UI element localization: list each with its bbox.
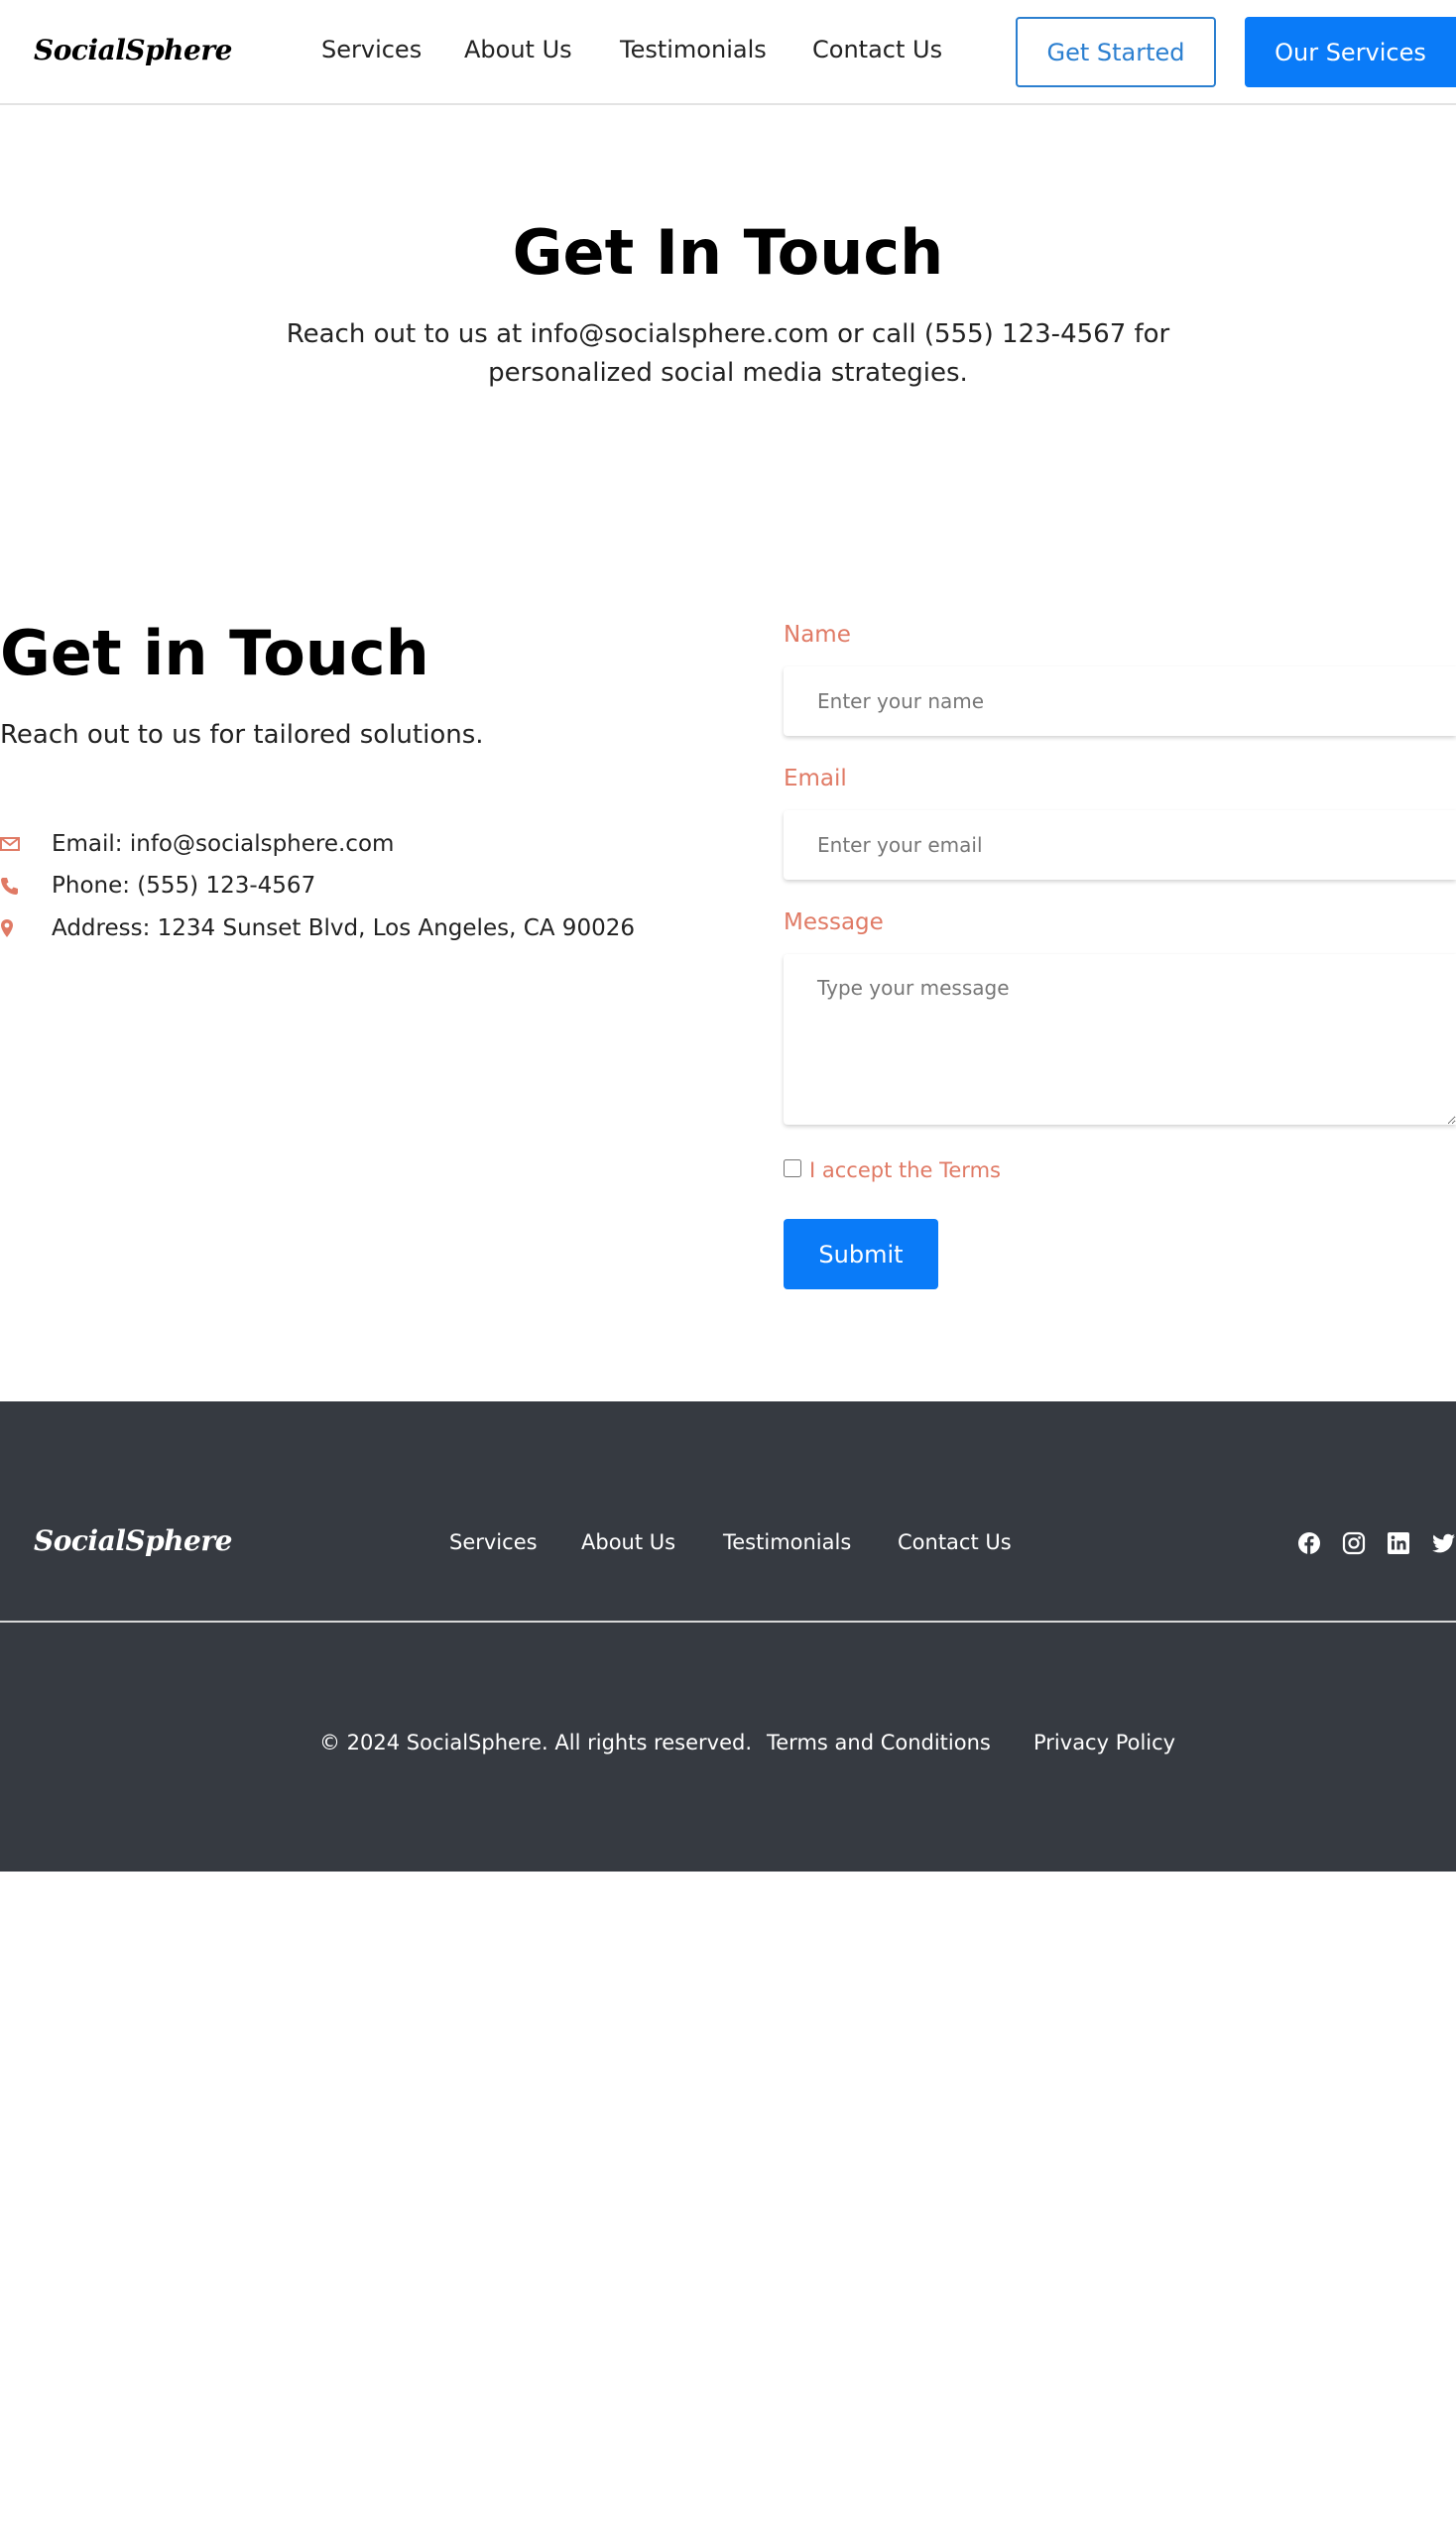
envelope-icon — [0, 834, 20, 854]
name-label: Name — [784, 622, 851, 648]
footer-link-contact-us[interactable]: Contact Us — [898, 1530, 1012, 1554]
nav-link-about-us[interactable]: About Us — [464, 36, 572, 63]
our-services-button[interactable]: Our Services — [1245, 17, 1456, 87]
footer-logo[interactable]: SocialSphere — [34, 1524, 232, 1557]
site-footer: SocialSphere Services About Us Testimoni… — [0, 1401, 1456, 1872]
facebook-icon[interactable] — [1297, 1531, 1321, 1555]
footer-link-testimonials[interactable]: Testimonials — [723, 1530, 851, 1554]
contact-address-text: Address: 1234 Sunset Blvd, Los Angeles, … — [52, 915, 635, 941]
phone-icon — [0, 876, 20, 896]
nav-link-services[interactable]: Services — [321, 36, 422, 63]
twitter-icon[interactable] — [1432, 1531, 1456, 1555]
nav-link-testimonials[interactable]: Testimonials — [620, 36, 767, 63]
name-input[interactable] — [784, 666, 1456, 736]
hero-title: Get In Touch — [512, 216, 944, 289]
contact-info-email: Email: info@socialsphere.com — [0, 829, 394, 859]
email-input[interactable] — [784, 810, 1456, 880]
contact-title: Get in Touch — [0, 617, 429, 689]
contact-info-phone: Phone: (555) 123-4567 — [0, 871, 315, 901]
footer-copyright: © 2024 SocialSphere. All rights reserved… — [319, 1731, 752, 1754]
email-label: Email — [784, 766, 847, 791]
get-started-button[interactable]: Get Started — [1016, 17, 1216, 87]
contact-email-text: Email: info@socialsphere.com — [52, 831, 395, 857]
footer-link-services[interactable]: Services — [449, 1530, 538, 1554]
contact-phone-text: Phone: (555) 123-4567 — [52, 873, 316, 899]
footer-divider — [0, 1621, 1456, 1623]
nav-link-contact-us[interactable]: Contact Us — [812, 36, 942, 63]
message-textarea[interactable] — [784, 954, 1456, 1125]
message-label: Message — [784, 909, 884, 935]
hero-subtitle: Reach out to us at info@socialsphere.com… — [286, 319, 1170, 388]
contact-subtitle: Reach out to us for tailored solutions. — [0, 720, 484, 750]
map-pin-icon — [0, 918, 20, 938]
terms-checkbox[interactable] — [784, 1159, 801, 1177]
footer-link-about-us[interactable]: About Us — [581, 1530, 675, 1554]
footer-privacy-link[interactable]: Privacy Policy — [1033, 1731, 1175, 1754]
submit-button[interactable]: Submit — [784, 1219, 938, 1289]
linkedin-icon[interactable] — [1387, 1531, 1410, 1555]
instagram-icon[interactable] — [1342, 1531, 1366, 1555]
footer-terms-link[interactable]: Terms and Conditions — [767, 1731, 991, 1754]
site-header: SocialSphere Services About Us Testimoni… — [0, 0, 1456, 105]
contact-info-address: Address: 1234 Sunset Blvd, Los Angeles, … — [0, 913, 635, 943]
terms-label[interactable]: I accept the Terms — [809, 1158, 1001, 1182]
logo[interactable]: SocialSphere — [34, 34, 232, 66]
